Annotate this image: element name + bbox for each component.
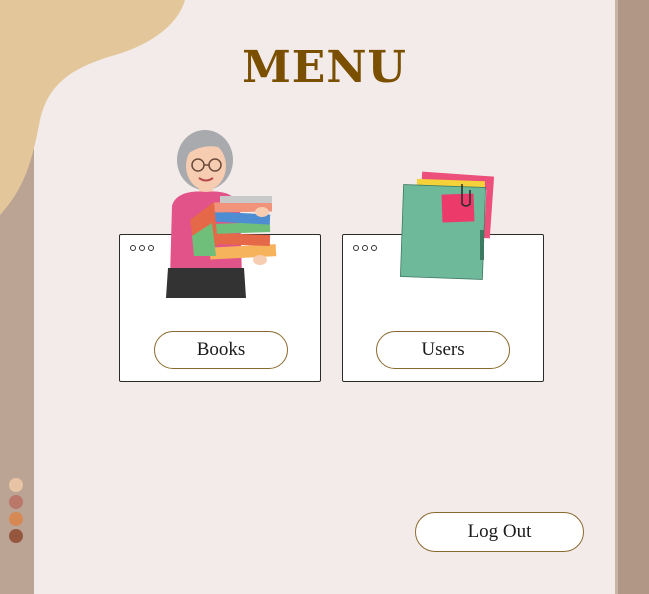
folder-with-notes-icon	[400, 171, 495, 282]
users-button[interactable]: Users	[376, 331, 510, 369]
window-dots	[353, 245, 377, 251]
swatch-2	[9, 495, 23, 509]
swatch-3	[9, 512, 23, 526]
logout-button[interactable]: Log Out	[415, 512, 584, 552]
reader-with-books-icon	[166, 130, 277, 298]
swatch-4	[9, 529, 23, 543]
books-button[interactable]: Books	[154, 331, 288, 369]
page-title: MENU	[242, 42, 407, 93]
swatch-1	[9, 478, 23, 492]
color-swatches	[9, 478, 23, 543]
